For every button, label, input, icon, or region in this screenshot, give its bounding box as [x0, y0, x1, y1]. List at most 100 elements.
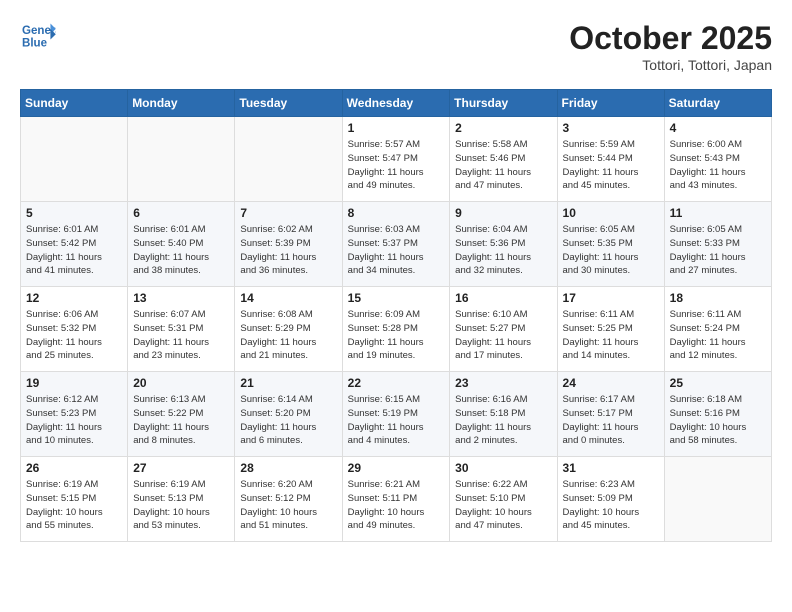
day-info: Sunrise: 5:57 AM Sunset: 5:47 PM Dayligh… — [348, 138, 445, 193]
day-number: 5 — [26, 206, 122, 220]
day-info: Sunrise: 6:03 AM Sunset: 5:37 PM Dayligh… — [348, 223, 445, 278]
calendar-cell: 13Sunrise: 6:07 AM Sunset: 5:31 PM Dayli… — [128, 287, 235, 372]
day-number: 21 — [240, 376, 336, 390]
day-info: Sunrise: 5:59 AM Sunset: 5:44 PM Dayligh… — [563, 138, 659, 193]
day-number: 8 — [348, 206, 445, 220]
day-number: 14 — [240, 291, 336, 305]
day-info: Sunrise: 6:13 AM Sunset: 5:22 PM Dayligh… — [133, 393, 229, 448]
calendar-cell: 4Sunrise: 6:00 AM Sunset: 5:43 PM Daylig… — [664, 117, 771, 202]
header-wednesday: Wednesday — [342, 90, 450, 117]
calendar-cell: 16 Sunrise: 6:10 AM Sunset: 5:27 PM Dayli… — [450, 287, 557, 372]
day-number: 28 — [240, 461, 336, 475]
calendar-cell: 20 Sunrise: 6:13 AM Sunset: 5:22 PM Dayli… — [128, 372, 235, 457]
day-number: 10 — [563, 206, 659, 220]
logo: General Blue — [20, 20, 56, 52]
calendar-cell: 9 Sunrise: 6:04 AM Sunset: 5:36 PM Daylig… — [450, 202, 557, 287]
day-number: 3 — [563, 121, 659, 135]
day-info: Sunrise: 6:01 AM Sunset: 5:42 PM Dayligh… — [26, 223, 122, 278]
title-block: October 2025 Tottori, Tottori, Japan — [569, 20, 772, 73]
day-number: 9 — [455, 206, 551, 220]
page-header: General Blue October 2025 Tottori, Totto… — [20, 20, 772, 73]
calendar-cell: 17Sunrise: 6:11 AM Sunset: 5:25 PM Dayli… — [557, 287, 664, 372]
day-number: 19 — [26, 376, 122, 390]
day-info: Sunrise: 6:04 AM Sunset: 5:36 PM Dayligh… — [455, 223, 551, 278]
logo-icon: General Blue — [20, 20, 56, 52]
day-info: Sunrise: 6:07 AM Sunset: 5:31 PM Dayligh… — [133, 308, 229, 363]
week-row-1: 1 Sunrise: 5:57 AM Sunset: 5:47 PM Daylig… — [21, 117, 772, 202]
calendar-cell: 6Sunrise: 6:01 AM Sunset: 5:40 PM Daylig… — [128, 202, 235, 287]
calendar-cell — [235, 117, 342, 202]
calendar-cell: 14 Sunrise: 6:08 AM Sunset: 5:29 PM Dayli… — [235, 287, 342, 372]
header-thursday: Thursday — [450, 90, 557, 117]
day-info: Sunrise: 6:10 AM Sunset: 5:27 PM Dayligh… — [455, 308, 551, 363]
day-number: 23 — [455, 376, 551, 390]
day-number: 1 — [348, 121, 445, 135]
day-number: 6 — [133, 206, 229, 220]
day-info: Sunrise: 6:11 AM Sunset: 5:24 PM Dayligh… — [670, 308, 766, 363]
calendar-cell: 18 Sunrise: 6:11 AM Sunset: 5:24 PM Dayli… — [664, 287, 771, 372]
day-info: Sunrise: 6:05 AM Sunset: 5:33 PM Dayligh… — [670, 223, 766, 278]
day-info: Sunrise: 6:20 AM Sunset: 5:12 PM Dayligh… — [240, 478, 336, 533]
day-number: 16 — [455, 291, 551, 305]
day-number: 11 — [670, 206, 766, 220]
calendar-cell: 3 Sunrise: 5:59 AM Sunset: 5:44 PM Daylig… — [557, 117, 664, 202]
calendar-cell: 29Sunrise: 6:21 AM Sunset: 5:11 PM Dayli… — [342, 457, 450, 542]
day-info: Sunrise: 5:58 AM Sunset: 5:46 PM Dayligh… — [455, 138, 551, 193]
day-info: Sunrise: 6:09 AM Sunset: 5:28 PM Dayligh… — [348, 308, 445, 363]
day-info: Sunrise: 6:23 AM Sunset: 5:09 PM Dayligh… — [563, 478, 659, 533]
day-number: 24 — [563, 376, 659, 390]
day-number: 18 — [670, 291, 766, 305]
day-number: 17 — [563, 291, 659, 305]
day-info: Sunrise: 6:06 AM Sunset: 5:32 PM Dayligh… — [26, 308, 122, 363]
calendar-cell — [664, 457, 771, 542]
calendar-cell: 15 Sunrise: 6:09 AM Sunset: 5:28 PM Dayli… — [342, 287, 450, 372]
header-tuesday: Tuesday — [235, 90, 342, 117]
calendar-cell: 1 Sunrise: 5:57 AM Sunset: 5:47 PM Daylig… — [342, 117, 450, 202]
calendar-cell: 19 Sunrise: 6:12 AM Sunset: 5:23 PM Dayli… — [21, 372, 128, 457]
day-info: Sunrise: 6:12 AM Sunset: 5:23 PM Dayligh… — [26, 393, 122, 448]
header-friday: Friday — [557, 90, 664, 117]
day-info: Sunrise: 6:14 AM Sunset: 5:20 PM Dayligh… — [240, 393, 336, 448]
day-info: Sunrise: 6:17 AM Sunset: 5:17 PM Dayligh… — [563, 393, 659, 448]
header-saturday: Saturday — [664, 90, 771, 117]
day-info: Sunrise: 6:19 AM Sunset: 5:15 PM Dayligh… — [26, 478, 122, 533]
week-row-4: 19 Sunrise: 6:12 AM Sunset: 5:23 PM Dayli… — [21, 372, 772, 457]
day-info: Sunrise: 6:00 AM Sunset: 5:43 PM Dayligh… — [670, 138, 766, 193]
weekday-header-row: Sunday Monday Tuesday Wednesday Thursday… — [21, 90, 772, 117]
calendar-cell: 28 Sunrise: 6:20 AM Sunset: 5:12 PM Dayli… — [235, 457, 342, 542]
calendar-cell: 22Sunrise: 6:15 AM Sunset: 5:19 PM Dayli… — [342, 372, 450, 457]
day-info: Sunrise: 6:22 AM Sunset: 5:10 PM Dayligh… — [455, 478, 551, 533]
calendar-cell: 25 Sunrise: 6:18 AM Sunset: 5:16 PM Dayli… — [664, 372, 771, 457]
day-number: 20 — [133, 376, 229, 390]
calendar-cell: 26 Sunrise: 6:19 AM Sunset: 5:15 PM Dayli… — [21, 457, 128, 542]
day-info: Sunrise: 6:08 AM Sunset: 5:29 PM Dayligh… — [240, 308, 336, 363]
calendar-cell: 2 Sunrise: 5:58 AM Sunset: 5:46 PM Daylig… — [450, 117, 557, 202]
day-number: 30 — [455, 461, 551, 475]
header-sunday: Sunday — [21, 90, 128, 117]
day-info: Sunrise: 6:05 AM Sunset: 5:35 PM Dayligh… — [563, 223, 659, 278]
week-row-2: 5 Sunrise: 6:01 AM Sunset: 5:42 PM Daylig… — [21, 202, 772, 287]
day-number: 26 — [26, 461, 122, 475]
day-info: Sunrise: 6:19 AM Sunset: 5:13 PM Dayligh… — [133, 478, 229, 533]
day-info: Sunrise: 6:18 AM Sunset: 5:16 PM Dayligh… — [670, 393, 766, 448]
calendar-cell — [128, 117, 235, 202]
calendar-cell: 23Sunrise: 6:16 AM Sunset: 5:18 PM Dayli… — [450, 372, 557, 457]
day-number: 22 — [348, 376, 445, 390]
calendar-cell: 5 Sunrise: 6:01 AM Sunset: 5:42 PM Daylig… — [21, 202, 128, 287]
calendar-cell: 12Sunrise: 6:06 AM Sunset: 5:32 PM Dayli… — [21, 287, 128, 372]
day-number: 27 — [133, 461, 229, 475]
calendar-cell: 7 Sunrise: 6:02 AM Sunset: 5:39 PM Daylig… — [235, 202, 342, 287]
calendar-cell: 31Sunrise: 6:23 AM Sunset: 5:09 PM Dayli… — [557, 457, 664, 542]
day-info: Sunrise: 6:02 AM Sunset: 5:39 PM Dayligh… — [240, 223, 336, 278]
calendar-cell: 30 Sunrise: 6:22 AM Sunset: 5:10 PM Dayli… — [450, 457, 557, 542]
calendar-cell: 21 Sunrise: 6:14 AM Sunset: 5:20 PM Dayli… — [235, 372, 342, 457]
day-number: 15 — [348, 291, 445, 305]
day-number: 25 — [670, 376, 766, 390]
calendar-cell: 11 Sunrise: 6:05 AM Sunset: 5:33 PM Dayli… — [664, 202, 771, 287]
day-number: 7 — [240, 206, 336, 220]
calendar-cell: 10 Sunrise: 6:05 AM Sunset: 5:35 PM Dayli… — [557, 202, 664, 287]
calendar-title: October 2025 — [569, 20, 772, 57]
day-number: 2 — [455, 121, 551, 135]
header-monday: Monday — [128, 90, 235, 117]
week-row-3: 12Sunrise: 6:06 AM Sunset: 5:32 PM Dayli… — [21, 287, 772, 372]
